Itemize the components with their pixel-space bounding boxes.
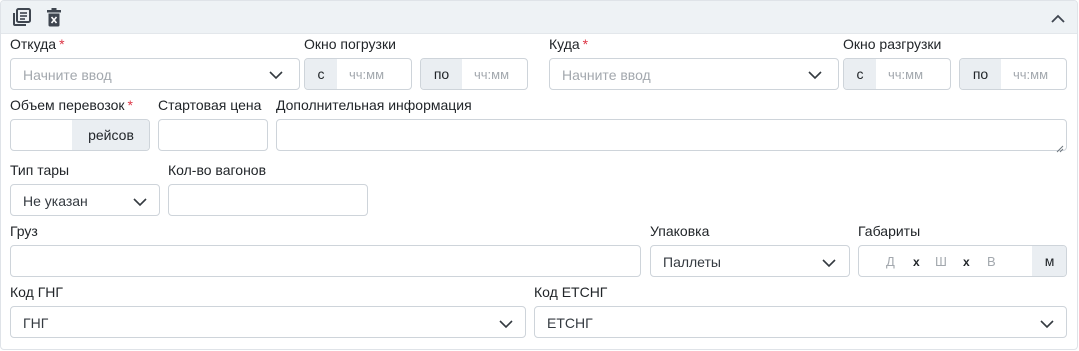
volume-unit: рейсов [72, 120, 149, 150]
chevron-down-icon [1039, 316, 1055, 332]
to-select[interactable]: Начните ввод [549, 58, 839, 90]
gng-value: ГНГ [23, 315, 49, 331]
start-price-input[interactable] [158, 119, 268, 151]
dimensions-label: Габариты [858, 223, 921, 239]
cargo-label: Груз [10, 223, 38, 239]
loading-from-prefix: с [305, 59, 337, 89]
chevron-down-icon [821, 255, 837, 271]
volume-input[interactable]: рейсов [10, 119, 150, 151]
dimensions-input-group: Д x Ш x В м [858, 245, 1067, 277]
dimension-separator: x [963, 255, 970, 269]
length-input[interactable]: Д [886, 253, 895, 271]
wagons-input[interactable] [168, 184, 368, 216]
unloading-window-label: Окно разгрузки [843, 36, 942, 52]
loading-window-from-input[interactable]: с чч:мм [304, 58, 412, 90]
required-mark: * [59, 36, 65, 52]
list-icon[interactable] [11, 7, 33, 27]
volume-label-text: Объем перевозок [10, 97, 125, 113]
trash-icon[interactable] [45, 7, 63, 27]
start-price-label: Стартовая цена [158, 97, 262, 113]
loading-to-prefix: по [421, 59, 462, 89]
unloading-from-prefix: с [844, 59, 876, 89]
unloading-from-placeholder: чч:мм [888, 67, 924, 82]
required-mark: * [127, 97, 133, 113]
etsng-value: ЕТСНГ [547, 315, 593, 331]
unloading-to-placeholder: чч:мм [1013, 67, 1049, 82]
volume-label: Объем перевозок * [10, 96, 133, 114]
chevron-down-icon [807, 67, 823, 83]
unloading-window-from-input[interactable]: с чч:мм [843, 58, 951, 90]
required-mark: * [582, 36, 589, 52]
additional-info-label: Дополнительная информация [276, 97, 472, 113]
to-label-text: Куда [549, 36, 580, 52]
from-placeholder: Начните ввод [23, 67, 112, 83]
resize-handle-icon[interactable] [1056, 140, 1064, 153]
etsng-label: Код ЕТСНГ [534, 284, 608, 300]
to-placeholder: Начните ввод [562, 67, 651, 83]
loading-to-placeholder: чч:мм [474, 67, 510, 82]
card-header [1, 1, 1077, 34]
unloading-window-to-input[interactable]: по чч:мм [959, 58, 1067, 90]
from-select[interactable]: Начните ввод [10, 58, 300, 90]
chevron-down-icon [498, 316, 514, 332]
to-label: Куда * [549, 35, 588, 53]
dimension-separator: x [913, 255, 920, 269]
gng-label: Код ГНГ [10, 284, 63, 300]
chevron-up-icon[interactable] [1048, 9, 1068, 27]
loading-from-placeholder: чч:мм [349, 67, 385, 82]
chevron-down-icon [132, 194, 148, 210]
packaging-select[interactable]: Паллеты [650, 245, 850, 277]
container-type-label: Тип тары [10, 162, 70, 178]
additional-info-textarea[interactable] [276, 119, 1067, 153]
wagons-label: Кол-во вагонов [168, 162, 267, 178]
packaging-label: Упаковка [650, 223, 710, 239]
chevron-down-icon [268, 67, 284, 83]
container-type-value: Не указан [23, 193, 88, 209]
etsng-select[interactable]: ЕТСНГ [534, 306, 1067, 338]
from-label-text: Откуда [10, 36, 57, 52]
loading-window-to-input[interactable]: по чч:мм [420, 58, 528, 90]
loading-window-label: Окно погрузки [304, 36, 396, 52]
height-input[interactable]: В [987, 253, 996, 271]
from-label: Откуда * [10, 35, 65, 53]
cargo-input[interactable] [10, 245, 641, 277]
width-input[interactable]: Ш [935, 253, 947, 271]
dimensions-unit: м [1032, 246, 1066, 276]
gng-select[interactable]: ГНГ [10, 306, 526, 338]
packaging-value: Паллеты [663, 254, 721, 270]
container-type-select[interactable]: Не указан [10, 184, 160, 216]
unloading-to-prefix: по [960, 59, 1001, 89]
